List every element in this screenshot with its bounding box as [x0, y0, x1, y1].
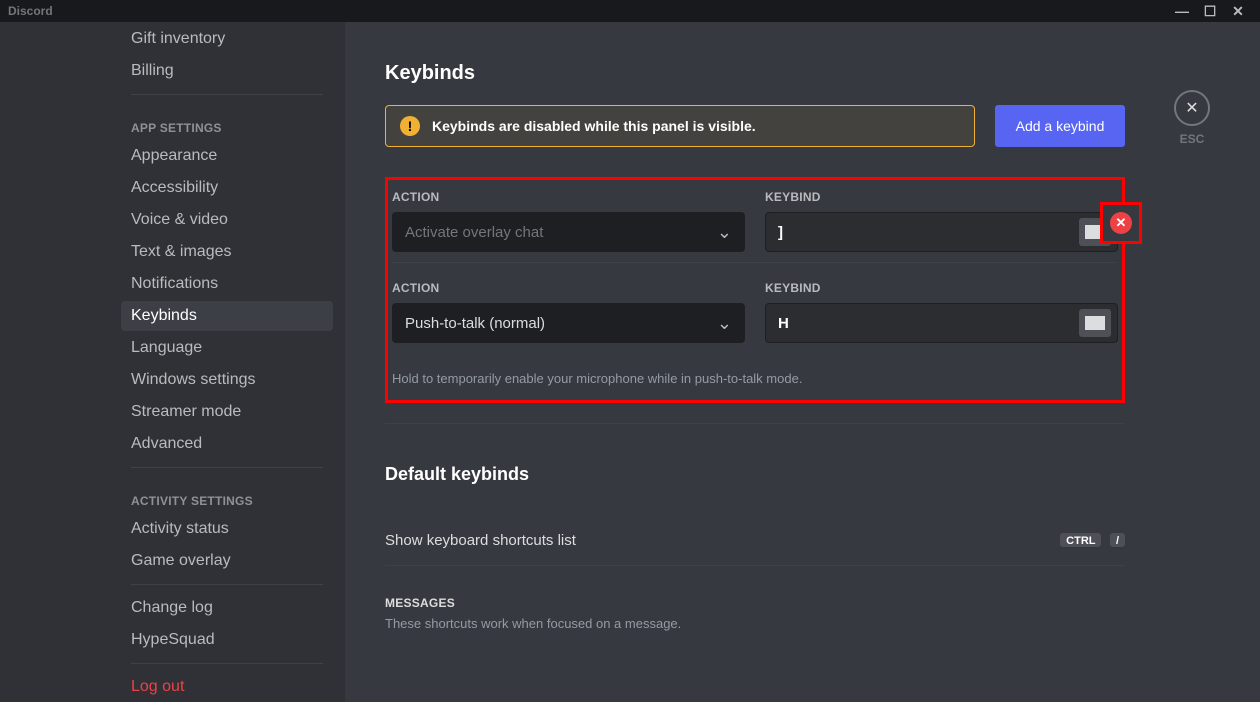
keyboard-icon — [1085, 316, 1105, 330]
sidebar-heading-app-settings: APP SETTINGS — [121, 103, 333, 139]
sidebar-item-keybinds[interactable]: Keybinds — [121, 301, 333, 331]
keybind-value: H — [778, 315, 789, 332]
default-keybind-row: Show keyboard shortcuts list CTRL / — [385, 515, 1125, 566]
sidebar-item-language[interactable]: Language — [121, 333, 333, 363]
sidebar-item-voice-video[interactable]: Voice & video — [121, 205, 333, 235]
sidebar-item-billing[interactable]: Billing — [121, 56, 333, 86]
sidebar-separator — [131, 663, 323, 664]
record-keybind-button[interactable] — [1079, 309, 1111, 337]
action-label: ACTION — [392, 190, 745, 204]
add-keybind-button[interactable]: Add a keybind — [995, 105, 1125, 147]
app-title: Discord — [8, 4, 53, 18]
sidebar-item-logout[interactable]: Log out — [121, 672, 333, 702]
action-select[interactable]: Activate overlay chat ⌄ — [392, 212, 745, 252]
window-close-button[interactable]: ✕ — [1224, 3, 1252, 20]
action-select-value: Push-to-talk (normal) — [405, 315, 545, 332]
keybind-list-highlight: ACTION Activate overlay chat ⌄ KEYBIND ] — [385, 177, 1125, 403]
sidebar-item-text-images[interactable]: Text & images — [121, 237, 333, 267]
keybind-help-text: Hold to temporarily enable your micropho… — [392, 371, 1118, 386]
settings-sidebar: Gift inventory Billing APP SETTINGS Appe… — [0, 22, 345, 702]
close-esc-label: ESC — [1180, 132, 1205, 146]
sidebar-item-streamer-mode[interactable]: Streamer mode — [121, 397, 333, 427]
page-title: Keybinds — [385, 62, 1125, 85]
keybinds-disabled-warning: ! Keybinds are disabled while this panel… — [385, 105, 975, 147]
sidebar-separator — [131, 584, 323, 585]
keybind-row: ACTION Push-to-talk (normal) ⌄ KEYBIND H — [392, 262, 1118, 396]
sidebar-heading-activity-settings: ACTIVITY SETTINGS — [121, 476, 333, 512]
action-label: ACTION — [392, 281, 745, 295]
sidebar-separator — [131, 94, 323, 95]
keybind-input[interactable]: H — [765, 303, 1118, 343]
keybind-input[interactable]: ] — [765, 212, 1118, 252]
close-icon: ✕ — [1185, 98, 1198, 118]
keycap: CTRL — [1060, 533, 1101, 549]
keybind-label: KEYBIND — [765, 190, 1118, 204]
sidebar-item-game-overlay[interactable]: Game overlay — [121, 546, 333, 576]
keycap: / — [1110, 533, 1125, 549]
sidebar-separator — [131, 467, 323, 468]
delete-keybind-highlight: ✕ — [1100, 202, 1142, 244]
window-minimize-button[interactable]: — — [1168, 3, 1196, 19]
delete-keybind-button[interactable]: ✕ — [1110, 212, 1132, 234]
chevron-down-icon: ⌄ — [717, 313, 732, 334]
sidebar-item-gift-inventory[interactable]: Gift inventory — [121, 24, 333, 54]
sidebar-item-notifications[interactable]: Notifications — [121, 269, 333, 299]
keybind-value: ] — [778, 224, 783, 241]
warning-text: Keybinds are disabled while this panel i… — [432, 118, 756, 134]
close-settings-button[interactable]: ✕ — [1174, 90, 1210, 126]
window-maximize-button[interactable]: ☐ — [1196, 3, 1224, 20]
sidebar-item-change-log[interactable]: Change log — [121, 593, 333, 623]
default-keybind-keys: CTRL / — [1056, 531, 1125, 549]
titlebar: Discord — ☐ ✕ — [0, 0, 1260, 22]
keybind-row: ACTION Activate overlay chat ⌄ KEYBIND ] — [392, 184, 1118, 262]
keybind-label: KEYBIND — [765, 281, 1118, 295]
settings-content: Keybinds ! Keybinds are disabled while t… — [345, 22, 1260, 702]
sidebar-item-appearance[interactable]: Appearance — [121, 141, 333, 171]
section-separator — [385, 423, 1125, 424]
messages-description: These shortcuts work when focused on a m… — [385, 616, 1125, 631]
chevron-down-icon: ⌄ — [717, 222, 732, 243]
action-select-value: Activate overlay chat — [405, 224, 543, 241]
warning-icon: ! — [400, 116, 420, 136]
sidebar-item-activity-status[interactable]: Activity status — [121, 514, 333, 544]
close-settings: ✕ ESC — [1174, 90, 1210, 146]
action-select[interactable]: Push-to-talk (normal) ⌄ — [392, 303, 745, 343]
sidebar-item-advanced[interactable]: Advanced — [121, 429, 333, 459]
default-keybinds-heading: Default keybinds — [385, 464, 1125, 485]
sidebar-item-accessibility[interactable]: Accessibility — [121, 173, 333, 203]
sidebar-item-hypesquad[interactable]: HypeSquad — [121, 625, 333, 655]
default-keybind-label: Show keyboard shortcuts list — [385, 532, 576, 549]
messages-heading: MESSAGES — [385, 596, 1125, 610]
sidebar-item-windows-settings[interactable]: Windows settings — [121, 365, 333, 395]
